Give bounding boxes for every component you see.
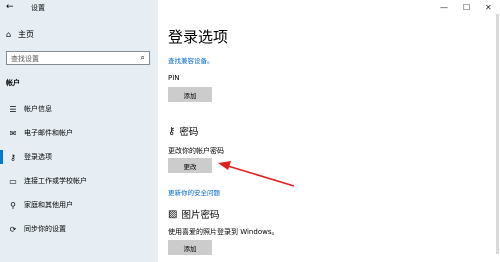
picture-icon: ▨: [168, 208, 178, 220]
maximize-button[interactable]: ☐: [463, 3, 470, 12]
nav-home[interactable]: ⌂ 主页: [6, 29, 34, 40]
sync-icon: ⟳: [9, 224, 17, 234]
security-questions-link[interactable]: 更新你的安全问题: [168, 187, 220, 197]
section-title: 帐户: [6, 79, 20, 87]
minimize-button[interactable]: —: [440, 3, 448, 12]
password-heading: ⚷ 密码: [168, 124, 199, 139]
person-card-icon: ☰: [9, 104, 17, 114]
page-title: 登录选项: [168, 28, 229, 46]
sidebar-item-sync[interactable]: ⟳ 同步你的设置: [0, 217, 158, 241]
sidebar-item-label: 连接工作或学校帐户: [24, 177, 87, 185]
picture-password-heading-text: 图片密码: [181, 210, 220, 221]
picture-password-add-button[interactable]: 添加: [168, 240, 212, 255]
sidebar-item-label: 同步你的设置: [24, 225, 66, 233]
back-arrow-icon[interactable]: ←: [6, 2, 14, 12]
selection-indicator: [0, 150, 3, 164]
annotation-arrow-head: [218, 161, 231, 170]
sidebar-item-label: 登录选项: [24, 153, 52, 161]
app-title: 设置: [31, 4, 45, 12]
sidebar-item-family[interactable]: ⚲ 家庭和其他用户: [0, 193, 158, 217]
picture-password-description: 使用喜爱的照片登录到 Windows。: [168, 228, 279, 236]
password-heading-text: 密码: [179, 127, 199, 138]
main-content: — ☐ ✕ 登录选项 查找兼容设备。 PIN 添加 ⚷ 密码 更改你的帐户密码 …: [158, 0, 500, 262]
briefcase-icon: ▭: [9, 176, 17, 186]
key-icon: ⚷: [168, 125, 176, 137]
sidebar-item-work-school[interactable]: ▭ 连接工作或学校帐户: [0, 169, 158, 193]
scrollbar[interactable]: [496, 14, 499, 254]
search-icon[interactable]: ⌕: [141, 53, 145, 63]
pin-label: PIN: [168, 74, 180, 82]
add-person-icon: ⚲: [10, 200, 16, 210]
home-label: 主页: [18, 30, 34, 39]
sidebar-item-account-info[interactable]: ☰ 帐户信息: [0, 97, 158, 121]
sidebar: ← 设置 ⌂ 主页 查找设置 ⌕ 帐户 ☰ 帐户信息 ✉ 电子邮件和帐户 ⚷ 登…: [0, 0, 158, 262]
picture-password-heading: ▨ 图片密码: [168, 207, 220, 222]
close-button[interactable]: ✕: [485, 3, 492, 12]
pin-add-button[interactable]: 添加: [168, 87, 212, 102]
sidebar-item-label: 电子邮件和帐户: [24, 129, 73, 137]
sidebar-item-email-accounts[interactable]: ✉ 电子邮件和帐户: [0, 121, 158, 145]
sidebar-item-label: 帐户信息: [24, 105, 52, 113]
key-icon: ⚷: [10, 152, 16, 162]
annotation-arrow-line: [227, 165, 295, 187]
mail-icon: ✉: [9, 128, 17, 138]
home-icon: ⌂: [6, 30, 12, 39]
sidebar-item-label: 家庭和其他用户: [24, 201, 73, 209]
title-bar: ← 设置: [0, 0, 158, 16]
compatible-devices-link[interactable]: 查找兼容设备。: [168, 55, 214, 65]
search-input[interactable]: 查找设置 ⌕: [6, 51, 150, 65]
search-placeholder: 查找设置: [11, 55, 39, 63]
change-password-button[interactable]: 更改: [168, 158, 212, 173]
sidebar-item-sign-in-options[interactable]: ⚷ 登录选项: [0, 145, 158, 169]
password-description: 更改你的帐户密码: [168, 147, 224, 155]
